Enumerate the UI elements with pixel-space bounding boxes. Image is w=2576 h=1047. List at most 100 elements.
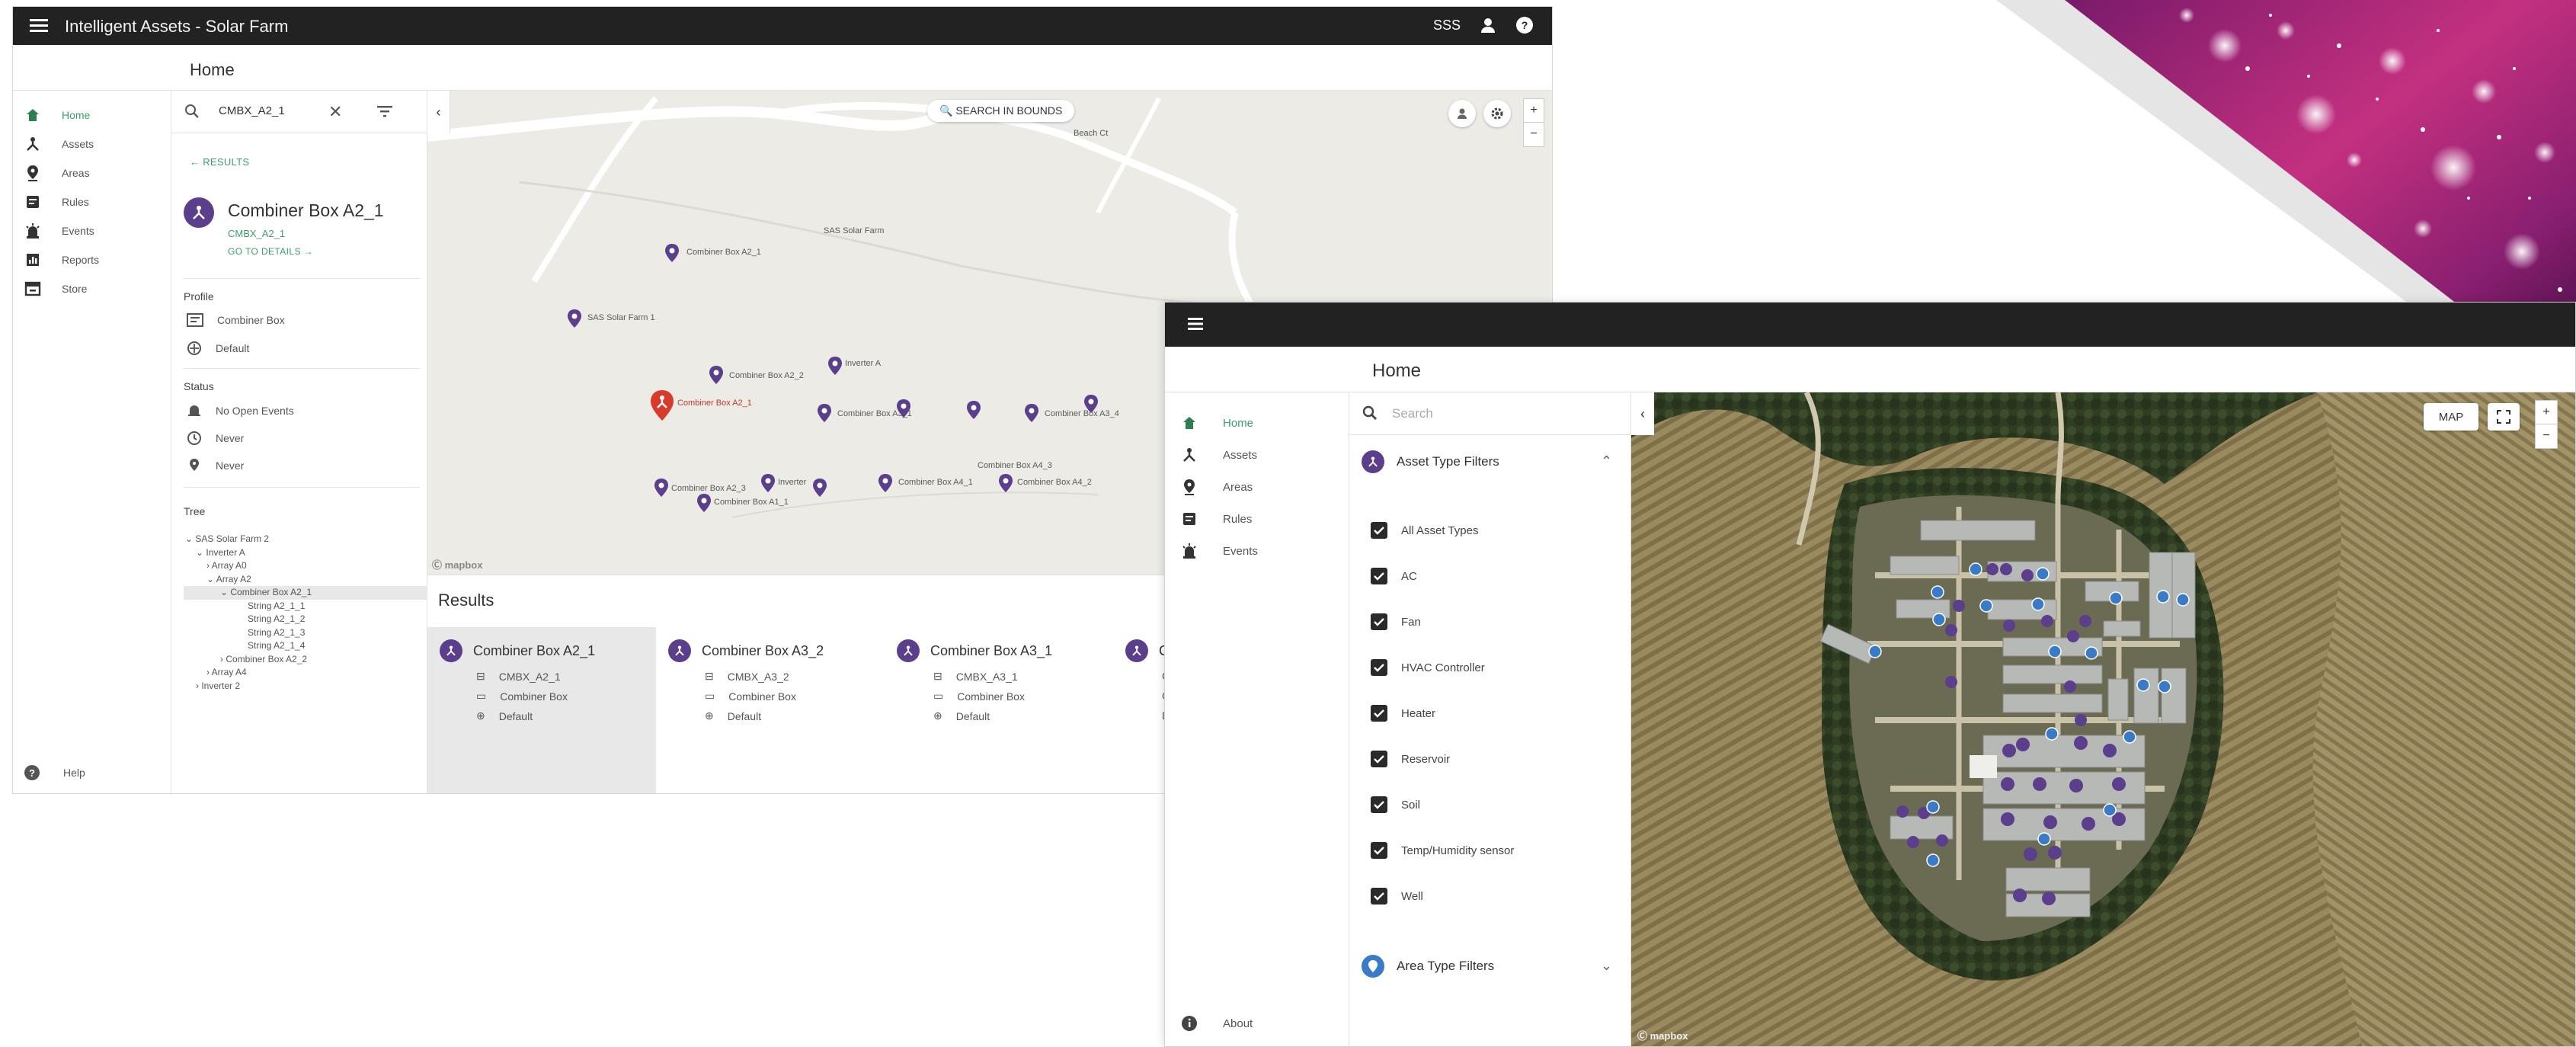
hamburger-menu-icon[interactable] [28, 16, 51, 36]
asset-marker[interactable]: Combiner Box A2_2 [708, 365, 804, 385]
tree-item[interactable]: › Combiner Box A2_2 [184, 653, 427, 667]
asset-marker[interactable] [895, 399, 912, 418]
zoom-out-button[interactable]: − [1524, 122, 1544, 146]
filter-checkbox[interactable]: All Asset Types [1371, 522, 1478, 539]
tree-item[interactable]: ⌄ Inverter A [184, 546, 427, 560]
tree-item[interactable]: String A2_1_1 [184, 600, 427, 613]
collapse-panel-button[interactable]: ‹ [427, 91, 450, 133]
satellite-map[interactable]: ‹ MAP + − Ⓒ mapbox [1631, 392, 2575, 1046]
filter-checkbox[interactable]: Heater [1371, 705, 1435, 722]
sidebar-item-assets[interactable]: Assets [1180, 446, 1257, 464]
map-pin-icon [568, 309, 581, 328]
sidebar-item-store[interactable]: Store [24, 280, 87, 298]
help-icon[interactable]: ? [1515, 16, 1534, 34]
selected-asset-marker[interactable]: Combiner Box A2_1 [648, 389, 752, 421]
tree-item[interactable]: ⌄ SAS Solar Farm 2 [184, 533, 427, 546]
asset-marker[interactable]: SAS Solar Farm 1 [566, 309, 655, 328]
filter-checkbox[interactable]: Well [1371, 888, 1423, 905]
clear-search-icon[interactable]: ✕ [328, 102, 342, 122]
asset-marker[interactable] [965, 400, 982, 420]
collapse-panel-button[interactable]: ‹ [1631, 392, 1654, 435]
asset-search-bar[interactable]: CMBX_A2_1 ✕ [171, 91, 427, 133]
sidebar-item-rules[interactable]: Rules [1180, 510, 1252, 528]
asset-marker[interactable]: Combiner Box A3_1 [816, 403, 912, 423]
back-to-results-link[interactable]: ← RESULTS [190, 156, 249, 168]
marker-label: Combiner Box A2_3 [671, 484, 746, 493]
tree-item[interactable]: › Array A0 [184, 559, 427, 573]
sidebar-item-home[interactable]: Home [1180, 414, 1253, 432]
asset-marker[interactable]: Combiner Box A2_3 [653, 478, 746, 498]
help-label: Help [63, 767, 85, 779]
zoom-out-button[interactable]: − [2536, 424, 2557, 447]
user-icon[interactable] [1479, 16, 1497, 34]
sidebar-item-assets[interactable]: Assets [24, 135, 94, 153]
map-settings-button[interactable] [1483, 100, 1511, 127]
chevron-up-icon[interactable]: ⌃ [1601, 453, 1612, 469]
filter-checkbox[interactable]: Fan [1371, 613, 1421, 630]
result-card[interactable]: Combiner Box A3_1 ⊟ CMBX_A3_1 ▭ Combiner B… [885, 627, 1113, 793]
tree-item[interactable]: String A2_1_4 [184, 639, 427, 653]
area-type-filters-header[interactable]: Area Type Filters [1362, 955, 1494, 978]
tree-item[interactable]: ⌄ Array A2 [184, 573, 427, 587]
result-card[interactable]: Combiner Box A3_2 ⊟ CMBX_A3_2 ▭ Combiner B… [656, 627, 885, 793]
sidebar-item-reports[interactable]: Reports [24, 251, 99, 269]
device-icon: ▭ [933, 690, 944, 702]
assets-icon [1180, 446, 1198, 464]
asset-marker[interactable]: Combiner Box A3_4 [1023, 403, 1119, 423]
search-input[interactable] [1392, 403, 1605, 424]
asset-id: CMBX_A2_1 [228, 228, 286, 239]
user-location-icon [1458, 108, 1467, 119]
asset-name: Combiner Box A2_1 [228, 200, 384, 220]
filter-icon[interactable] [376, 103, 394, 120]
sidebar-item-label: Store [62, 283, 88, 295]
tree-item[interactable]: › Inverter 2 [184, 680, 427, 693]
tree-item[interactable]: String A2_1_2 [184, 613, 427, 626]
filter-checkbox[interactable]: Reservoir [1371, 751, 1450, 767]
app-topbar: Intelligent Assets - Solar Farm SSS ? [13, 7, 1552, 45]
rules-icon [1180, 510, 1198, 528]
sidebar-item-rules[interactable]: Rules [24, 193, 89, 211]
filter-checkbox[interactable]: AC [1371, 568, 1417, 584]
asset-marker[interactable] [811, 478, 828, 498]
mapbox-logo: Ⓒ mapbox [1637, 1030, 1688, 1042]
zoom-in-button[interactable]: + [2536, 401, 2557, 424]
filter-checkbox[interactable]: Soil [1371, 796, 1420, 813]
about-link[interactable]: About [1180, 1014, 1253, 1033]
asset-type-icon [440, 639, 462, 662]
sidebar-item-events[interactable]: Events [1180, 542, 1258, 560]
chevron-down-icon[interactable]: ⌄ [1601, 958, 1612, 974]
sidebar-item-events[interactable]: Events [24, 222, 94, 240]
tree-item[interactable]: String A2_1_3 [184, 626, 427, 640]
search-icon [185, 104, 199, 118]
tree-item[interactable]: › Array A4 [184, 666, 427, 680]
search-in-bounds-button[interactable]: 🔍 SEARCH IN BOUNDS [927, 100, 1075, 122]
asset-type-filters-header[interactable]: Asset Type Filters [1362, 450, 1499, 473]
tree-item-selected[interactable]: ⌄ Combiner Box A2_1 [184, 586, 427, 600]
asset-marker[interactable]: Combiner Box A1_1 [696, 493, 789, 513]
fullscreen-button[interactable] [2488, 403, 2520, 431]
zoom-in-button[interactable]: + [1524, 99, 1544, 122]
map-layer-button[interactable] [1448, 100, 1476, 127]
sidebar-item-areas[interactable]: Areas [1180, 478, 1253, 496]
marker-label: Combiner Box A2_2 [729, 371, 804, 380]
asset-marker[interactable]: Combiner Box A4_2 [997, 473, 1092, 493]
hamburger-menu-icon[interactable] [1186, 315, 1206, 333]
filter-label: Soil [1401, 798, 1421, 812]
search-input[interactable]: CMBX_A2_1 [219, 104, 285, 117]
asset-marker[interactable]: Combiner Box A2_1 [664, 243, 761, 263]
sidebar-item-home[interactable]: Home [24, 106, 90, 124]
filter-checkbox[interactable]: Temp/Humidity sensor [1371, 842, 1514, 859]
checkbox-checked-icon [1371, 751, 1387, 767]
asset-marker[interactable]: Inverter [760, 473, 806, 493]
sidebar-item-areas[interactable]: Areas [24, 164, 90, 182]
sidebar-item-label: Areas [62, 167, 90, 179]
map-style-button[interactable]: MAP [2424, 403, 2478, 431]
result-card[interactable]: Combiner Box A2_1 ⊟ CMBX_A2_1 ▭ Combiner B… [427, 627, 656, 793]
filter-checkbox[interactable]: HVAC Controller [1371, 659, 1485, 676]
asset-marker[interactable]: Combiner Box A4_1 [877, 473, 973, 493]
asset-marker[interactable] [1083, 394, 1099, 414]
asset-marker[interactable]: Inverter A [827, 356, 881, 376]
result-type: Combiner Box [500, 690, 568, 703]
go-to-details-link[interactable]: GO TO DETAILS → [228, 246, 313, 257]
help-link[interactable]: ? Help [24, 764, 85, 781]
